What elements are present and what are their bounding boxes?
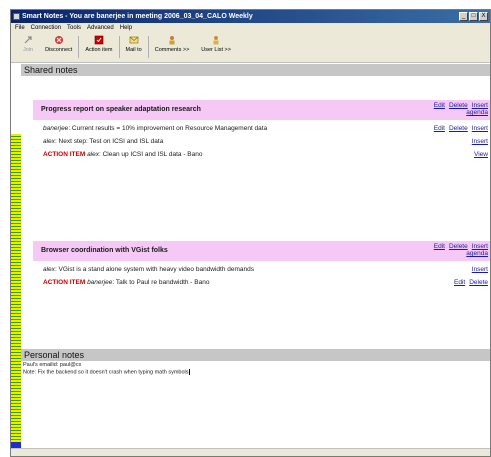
note-insert-link[interactable]: Insert	[472, 137, 488, 147]
window-title: Smart Notes - You are banerjee in meetin…	[22, 13, 253, 20]
topic-insert-agenda-link[interactable]: agenda	[466, 250, 488, 257]
note-text: : Talk to Paul re bandwidth - Bano	[112, 279, 210, 286]
note-author: banerjee	[43, 125, 69, 132]
note-edit-link[interactable]: Edit	[434, 124, 445, 134]
comments-label: Comments >>	[154, 47, 190, 53]
note-text: : Current results = 10% improvement on R…	[68, 125, 268, 132]
smart-notes-window: Smart Notes - You are banerjee in meetin…	[10, 9, 491, 457]
disconnect-icon	[54, 36, 63, 44]
mail-to-button[interactable]: Mail to	[120, 33, 148, 53]
topic-insert-link[interactable]: Insert	[472, 243, 488, 250]
personal-notes-header: Personal notes	[21, 349, 490, 361]
join-button[interactable]: Join	[17, 33, 39, 53]
topic-edit-link[interactable]: Edit	[434, 243, 445, 250]
agenda-topic: Browser coordination with VGist folks Ed…	[33, 241, 490, 261]
topic-delete-link[interactable]: Delete	[449, 243, 468, 250]
action-item-note: ACTION ITEM alex: Clean up ICSI and ISL …	[43, 150, 490, 160]
action-item-button[interactable]: Action item	[79, 33, 118, 53]
note-item: alex: VGist is a stand alone system with…	[43, 265, 490, 275]
action-item-tag: ACTION ITEM	[43, 151, 86, 158]
minimize-button[interactable]: _	[459, 12, 468, 21]
topic-title: Browser coordination with VGist folks	[41, 247, 168, 254]
personal-note-text: Note: Fix the backend so it doesn't cras…	[23, 369, 189, 376]
toolbar: Join Disconnect Action item Mail to Comm…	[11, 33, 490, 63]
text-cursor	[188, 369, 190, 375]
menu-tools[interactable]: Tools	[67, 23, 81, 33]
topic-title: Progress report on speaker adaptation re…	[41, 106, 201, 113]
note-item: banerjee: Current results = 10% improvem…	[43, 124, 490, 134]
disconnect-button[interactable]: Disconnect	[39, 33, 78, 53]
note-author: alex	[43, 266, 55, 273]
note-author: banerjee	[87, 279, 113, 286]
shared-notes-panel: Progress report on speaker adaptation re…	[21, 76, 490, 349]
shared-notes-header: Shared notes	[21, 64, 490, 76]
disconnect-label: Disconnect	[45, 47, 73, 53]
topic-actions: Edit Delete Insert agenda	[434, 243, 488, 257]
participation-strip	[11, 134, 21, 448]
agenda-topic: Progress report on speaker adaptation re…	[33, 100, 490, 120]
note-delete-link[interactable]: Delete	[469, 278, 488, 288]
user-list-label: User List >>	[201, 47, 231, 53]
action-item-tag: ACTION ITEM	[43, 279, 86, 286]
note-text: : Clean up ICSI and ISL data - Bano	[99, 151, 203, 158]
personal-note-line-active: Note: Fix the backend so it doesn't cras…	[23, 369, 490, 376]
note-delete-link[interactable]: Delete	[449, 124, 468, 134]
topic-actions: Edit Delete Insert agenda	[434, 102, 488, 116]
action-item-label: Action item	[85, 47, 113, 53]
menu-connection[interactable]: Connection	[31, 23, 61, 33]
user-list-button[interactable]: User List >>	[195, 33, 237, 53]
topic-delete-link[interactable]: Delete	[449, 102, 468, 109]
note-text: : VGist is a stand alone system with hea…	[54, 266, 255, 273]
note-insert-link[interactable]: Insert	[472, 124, 488, 134]
personal-notes-editor[interactable]: Paul's emailid: paul@cs Note: Fix the ba…	[21, 361, 490, 441]
topic-insert-link[interactable]: Insert	[472, 102, 488, 109]
status-bar	[11, 448, 490, 456]
note-insert-link[interactable]: Insert	[472, 265, 488, 275]
close-button[interactable]: X	[479, 12, 488, 21]
note-view-link[interactable]: View	[474, 150, 488, 160]
action-item-note: ACTION ITEM banerjee: Talk to Paul re ba…	[43, 278, 490, 288]
note-text: : Next step: Test on ICSI and ISL data	[54, 138, 164, 145]
personal-note-line: Paul's emailid: paul@cs	[23, 362, 82, 368]
note-item: alex: Next step: Test on ICSI and ISL da…	[43, 137, 490, 147]
window-controls: _ □ X	[459, 12, 488, 21]
note-edit-link[interactable]: Edit	[454, 278, 465, 288]
menu-help[interactable]: Help	[120, 23, 132, 33]
note-author: alex	[87, 151, 99, 158]
menu-bar: File Connection Tools Advanced Help	[11, 23, 490, 33]
title-bar[interactable]: Smart Notes - You are banerjee in meetin…	[11, 10, 490, 23]
comments-icon	[169, 36, 175, 45]
topic-insert-agenda-link[interactable]: agenda	[466, 109, 488, 116]
note-author: alex	[43, 138, 55, 145]
comments-button[interactable]: Comments >>	[149, 33, 196, 53]
menu-advanced[interactable]: Advanced	[87, 23, 114, 33]
menu-file[interactable]: File	[15, 23, 25, 33]
join-icon	[24, 36, 32, 44]
maximize-button[interactable]: □	[469, 12, 478, 21]
mail-to-label: Mail to	[125, 47, 142, 53]
app-icon	[13, 13, 20, 20]
user-list-icon	[213, 36, 219, 45]
topic-edit-link[interactable]: Edit	[434, 102, 445, 109]
action-item-icon	[94, 35, 104, 45]
mail-icon	[129, 36, 138, 44]
join-label: Join	[23, 47, 34, 53]
